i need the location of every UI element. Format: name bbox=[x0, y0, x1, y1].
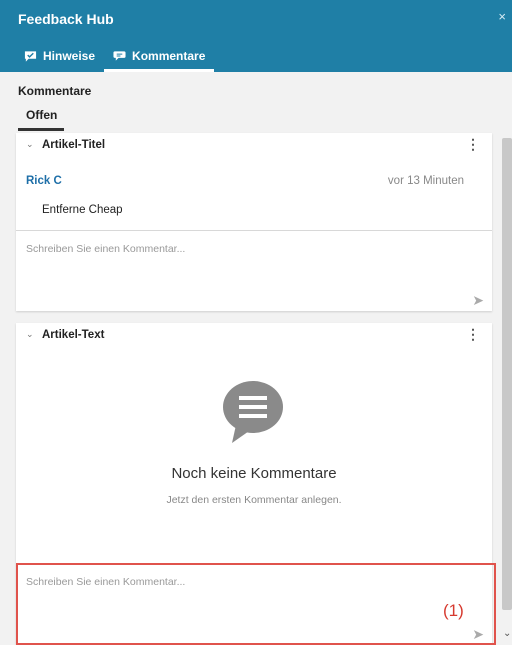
tab-kommentare[interactable]: Kommentare bbox=[104, 40, 215, 72]
card-title: Artikel-Text bbox=[42, 329, 105, 341]
more-options-icon[interactable]: ⋮ bbox=[466, 136, 480, 153]
empty-state-subtitle: Jetzt den ersten Kommentar anlegen. bbox=[166, 494, 342, 506]
tab-label: Kommentare bbox=[132, 49, 206, 63]
comment-input[interactable]: Schreiben Sie einen Kommentar... ➤ bbox=[16, 230, 492, 311]
comment-author[interactable]: Rick C bbox=[26, 175, 62, 187]
comment-timestamp: vor 13 Minuten bbox=[387, 175, 464, 187]
comment-thread-card: ⌄ Artikel-Titel ⋮ Rick C vor 13 Minuten … bbox=[16, 133, 492, 311]
more-options-icon[interactable]: ⋮ bbox=[466, 326, 480, 343]
feedback-hub-header: Feedback Hub × Hinweise Kommentare bbox=[0, 0, 512, 72]
tab-offen[interactable]: Offen bbox=[18, 103, 64, 131]
checkmark-chat-icon bbox=[24, 50, 37, 62]
comment-input-placeholder: Schreiben Sie einen Kommentar... bbox=[26, 243, 186, 255]
chevron-down-icon[interactable]: ⌄ bbox=[26, 329, 34, 340]
annotation-label: (1) bbox=[443, 601, 464, 620]
chat-bubble-icon bbox=[113, 50, 126, 62]
empty-chat-icon bbox=[222, 379, 284, 449]
close-icon[interactable]: × bbox=[498, 9, 506, 24]
comment-text: Entferne Cheap bbox=[42, 204, 123, 216]
scroll-down-icon[interactable]: ⌄ bbox=[503, 628, 511, 639]
card-header[interactable]: ⌄ Artikel-Text ⋮ bbox=[16, 323, 492, 347]
tab-label: Hinweise bbox=[43, 49, 96, 63]
empty-state-title: Noch keine Kommentare bbox=[171, 465, 337, 482]
chevron-down-icon[interactable]: ⌄ bbox=[26, 139, 34, 150]
annotation-highlight-box bbox=[16, 563, 496, 645]
send-icon[interactable]: ➤ bbox=[472, 292, 484, 309]
app-title: Feedback Hub bbox=[18, 11, 114, 27]
section-title: Kommentare bbox=[18, 84, 92, 98]
tab-hinweise[interactable]: Hinweise bbox=[18, 40, 104, 72]
scrollbar-thumb[interactable] bbox=[502, 138, 512, 610]
tab-bar: Hinweise Kommentare bbox=[18, 40, 215, 72]
card-title: Artikel-Titel bbox=[42, 139, 106, 151]
card-header[interactable]: ⌄ Artikel-Titel ⋮ bbox=[16, 133, 492, 157]
